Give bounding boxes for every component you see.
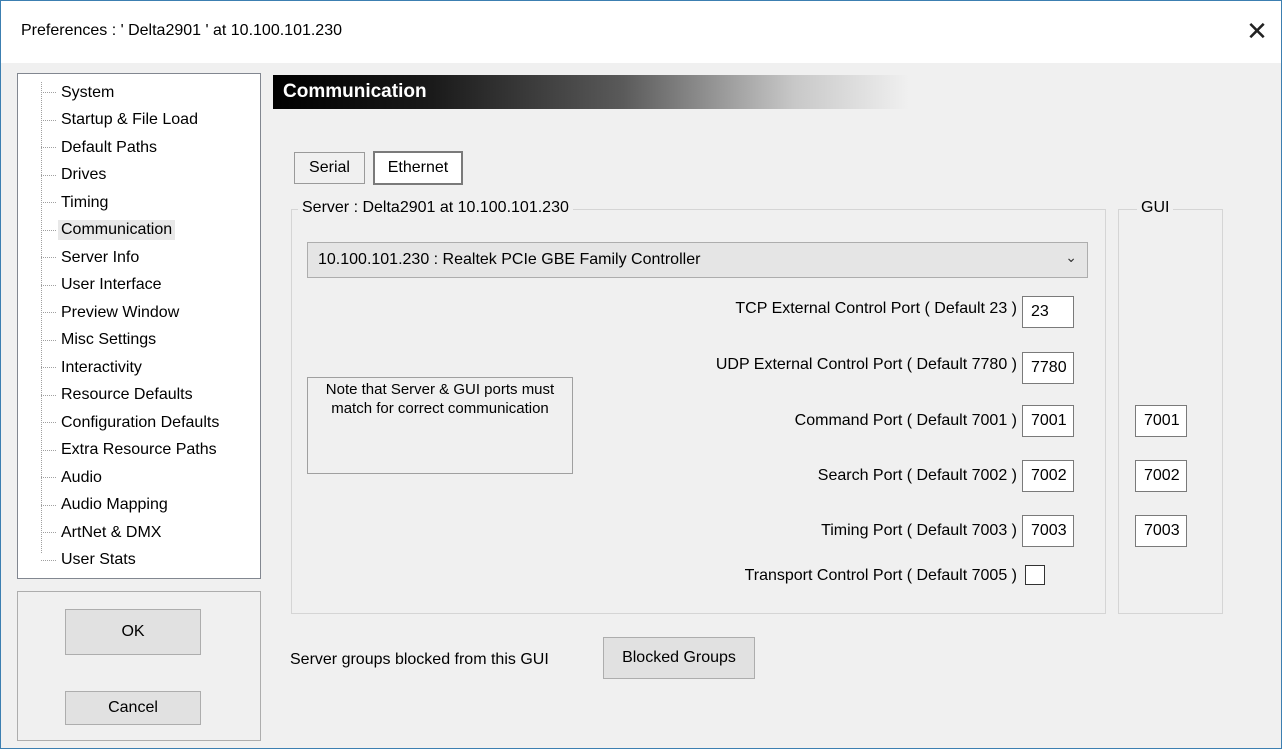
udp-port-label: UDP External Control Port ( Default 7780… [715,356,1017,373]
nav-item-label: Drives [61,166,107,183]
blocked-groups-button[interactable]: Blocked Groups [603,637,755,679]
nav-item-label: Configuration Defaults [61,413,220,431]
nav-item-label: Misc Settings [61,331,157,348]
nav-item-communication[interactable]: Communication [18,217,176,244]
blocked-groups-label: Server groups blocked from this GUI [290,651,549,668]
tree-connector [18,272,56,299]
nav-item-configuration-defaults[interactable]: Configuration Defaults [18,409,219,436]
nav-item-user-stats[interactable]: User Stats [18,547,136,574]
nav-item-misc-settings[interactable]: Misc Settings [18,327,156,354]
command-port-server-input[interactable]: 7001 [1022,405,1074,437]
tree-connector [18,547,56,574]
transport-port-checkbox[interactable] [1025,565,1045,585]
window-title: Preferences : ' Delta2901 ' at 10.100.10… [21,22,342,39]
tree-connector [18,299,56,326]
network-adapter-select[interactable]: 10.100.101.230 : Realtek PCIe GBE Family… [307,242,1088,278]
cancel-button[interactable]: Cancel [65,691,201,725]
tree-connector [18,162,56,189]
tree-connector [18,244,56,271]
nav-item-label: Preview Window [61,303,180,321]
tree-connector [18,354,56,381]
tree-connector [18,492,56,519]
nav-item-label: Audio [61,468,102,486]
tree-connector [18,382,56,409]
nav-item-timing[interactable]: Timing [18,189,108,216]
tree-connector [18,464,56,491]
tree-connector [18,327,56,354]
title-bar: Preferences : ' Delta2901 ' at 10.100.10… [1,1,1281,63]
nav-item-resource-defaults[interactable]: Resource Defaults [18,382,193,409]
gui-group-label: GUI [1137,199,1174,217]
command-port-gui-input[interactable]: 7001 [1135,405,1187,437]
search-port-gui-input[interactable]: 7002 [1135,460,1187,492]
tree-connector [18,107,56,134]
close-icon: ✕ [1246,15,1268,46]
tab-ethernet[interactable]: Ethernet [373,151,463,185]
tcp-port-label: TCP External Control Port ( Default 23 ) [735,300,1017,317]
nav-item-label: Interactivity [61,358,142,376]
tree-connector [18,189,56,216]
timing-port-label: Timing Port ( Default 7003 ) [821,522,1017,539]
command-port-label: Command Port ( Default 7001 ) [794,412,1017,429]
network-adapter-value: 10.100.101.230 : Realtek PCIe GBE Family… [318,251,701,268]
nav-item-audio[interactable]: Audio [18,464,102,491]
section-header-title: Communication [283,81,427,102]
transport-port-label: Transport Control Port ( Default 7005 ) [744,567,1017,584]
timing-port-server-input[interactable]: 7003 [1022,515,1074,547]
port-match-note: Note that Server & GUI ports must match … [307,377,573,474]
close-button[interactable]: ✕ [1233,7,1281,55]
nav-item-label: User Interface [61,276,162,293]
tree-connector [18,217,56,244]
dialog-button-box: OK Cancel [17,591,261,741]
preferences-nav-tree: System Startup & File Load Default Paths Dr… [17,73,261,579]
tree-connector [18,134,56,161]
nav-item-label: Resource Defaults [61,386,193,403]
tree-connector [18,79,56,106]
udp-port-input[interactable]: 7780 [1022,352,1074,384]
nav-item-drives[interactable]: Drives [18,162,106,189]
nav-item-artnet-dmx[interactable]: ArtNet & DMX [18,519,161,546]
nav-item-interactivity[interactable]: Interactivity [18,354,142,381]
nav-item-label: Audio Mapping [61,496,168,513]
nav-item-label: Startup & File Load [61,111,198,128]
server-group-label: Server : Delta2901 at 10.100.101.230 [298,199,573,217]
timing-port-gui-input[interactable]: 7003 [1135,515,1187,547]
nav-item-label: Communication [58,220,176,240]
nav-item-label: Default Paths [61,138,158,156]
ok-button[interactable]: OK [65,609,201,655]
nav-item-default-paths[interactable]: Default Paths [18,134,157,161]
nav-item-audio-mapping[interactable]: Audio Mapping [18,492,168,519]
tree-connector [18,409,56,436]
nav-item-startup-file-load[interactable]: Startup & File Load [18,107,198,134]
nav-item-label: User Stats [61,551,136,568]
nav-item-label: System [61,83,115,101]
preferences-dialog: Preferences : ' Delta2901 ' at 10.100.10… [0,0,1282,749]
tree-connector [18,519,56,546]
chevron-down-icon: ⌄ [1065,249,1077,265]
search-port-server-input[interactable]: 7002 [1022,460,1074,492]
nav-item-user-interface[interactable]: User Interface [18,272,161,299]
nav-item-extra-resource-paths[interactable]: Extra Resource Paths [18,437,217,464]
nav-item-system[interactable]: System [18,79,114,106]
tcp-port-input[interactable]: 23 [1022,296,1074,328]
nav-item-preview-window[interactable]: Preview Window [18,299,179,326]
tab-serial[interactable]: Serial [294,152,365,184]
nav-item-label: Server Info [61,248,140,266]
nav-item-label: ArtNet & DMX [61,523,162,541]
nav-item-server-info[interactable]: Server Info [18,244,139,271]
tree-connector [18,437,56,464]
search-port-label: Search Port ( Default 7002 ) [817,467,1017,484]
nav-item-label: Timing [61,193,109,211]
nav-item-label: Extra Resource Paths [61,441,217,458]
